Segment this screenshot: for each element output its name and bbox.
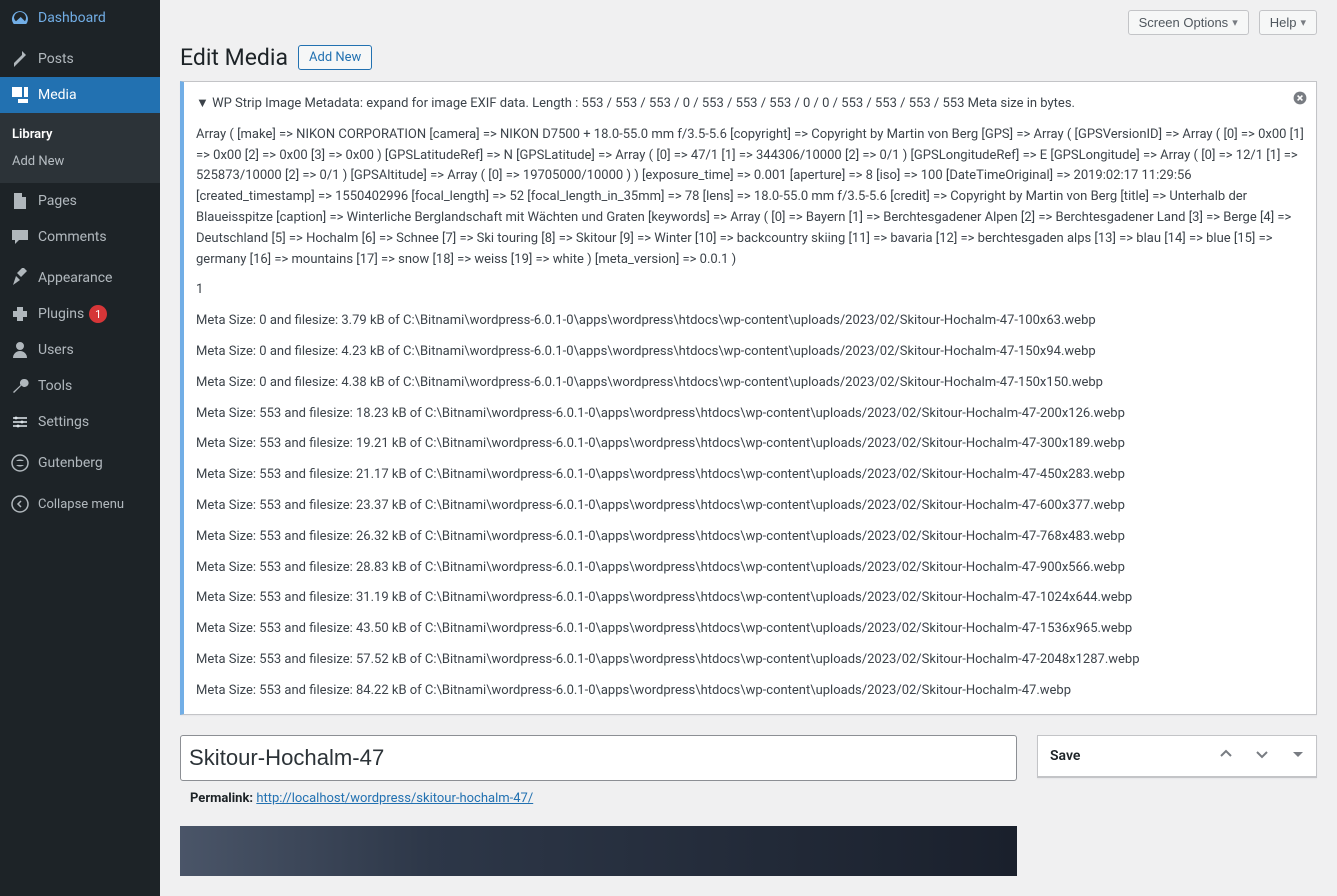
collapse-menu-button[interactable]: Collapse menu — [0, 486, 160, 522]
help-button[interactable]: Help — [1259, 10, 1317, 35]
comments-icon — [10, 227, 30, 247]
collapse-icon — [10, 494, 30, 514]
notice-count: 1 — [196, 280, 1304, 301]
media-icon — [10, 85, 30, 105]
sidebar-item-media[interactable]: Media — [0, 77, 160, 113]
main-content: Screen Options Help Edit Media Add New ▼… — [160, 0, 1337, 896]
sidebar-item-label: Settings — [38, 414, 89, 430]
sidebar-item-tools[interactable]: Tools — [0, 368, 160, 404]
dismiss-notice-button[interactable] — [1292, 90, 1308, 114]
chevron-down-icon — [1252, 744, 1272, 768]
meta-size-line: Meta Size: 553 and filesize: 21.17 kB of… — [196, 465, 1304, 486]
appearance-icon — [10, 268, 30, 288]
pin-icon — [10, 49, 30, 69]
postbox-move-down-button[interactable] — [1244, 736, 1280, 776]
caret-down-icon — [1288, 744, 1308, 768]
close-icon — [1292, 95, 1308, 110]
exif-summary-toggle[interactable]: ▼ WP Strip Image Metadata: expand for im… — [196, 94, 1304, 115]
pages-icon — [10, 191, 30, 211]
image-preview — [180, 826, 1017, 876]
sidebar-sub-library[interactable]: Library — [0, 121, 160, 148]
sidebar-item-label: Users — [38, 342, 74, 358]
media-title-input[interactable] — [180, 735, 1017, 781]
sidebar-item-label: Tools — [38, 378, 72, 394]
sidebar-item-label: Dashboard — [38, 10, 106, 26]
sidebar-item-posts[interactable]: Posts — [0, 41, 160, 77]
settings-icon — [10, 412, 30, 432]
save-postbox: Save — [1037, 735, 1317, 778]
sidebar-sub-add-new[interactable]: Add New — [0, 148, 160, 175]
sidebar-item-label: Plugins — [38, 306, 84, 322]
plugins-update-badge: 1 — [89, 305, 107, 323]
sidebar-item-pages[interactable]: Pages — [0, 183, 160, 219]
sidebar-item-users[interactable]: Users — [0, 332, 160, 368]
meta-size-line: Meta Size: 553 and filesize: 19.21 kB of… — [196, 434, 1304, 455]
meta-size-line: Meta Size: 0 and filesize: 3.79 kB of C:… — [196, 311, 1304, 332]
save-postbox-title: Save — [1038, 738, 1208, 774]
meta-size-line: Meta Size: 553 and filesize: 28.83 kB of… — [196, 558, 1304, 579]
meta-size-line: Meta Size: 553 and filesize: 57.52 kB of… — [196, 650, 1304, 671]
meta-size-line: Meta Size: 553 and filesize: 23.37 kB of… — [196, 496, 1304, 517]
dashboard-icon — [10, 8, 30, 28]
tools-icon — [10, 376, 30, 396]
metadata-notice: ▼ WP Strip Image Metadata: expand for im… — [180, 81, 1317, 715]
sidebar-item-label: Pages — [38, 193, 77, 209]
meta-size-line: Meta Size: 553 and filesize: 31.19 kB of… — [196, 588, 1304, 609]
meta-size-line: Meta Size: 553 and filesize: 18.23 kB of… — [196, 404, 1304, 425]
meta-size-line: Meta Size: 0 and filesize: 4.23 kB of C:… — [196, 342, 1304, 363]
sidebar-item-label: Posts — [38, 51, 74, 67]
permalink-row: Permalink: http://localhost/wordpress/sk… — [180, 781, 1017, 806]
permalink-label: Permalink: — [190, 791, 253, 806]
meta-size-line: Meta Size: 553 and filesize: 43.50 kB of… — [196, 619, 1304, 640]
sidebar-item-label: Comments — [38, 229, 107, 245]
meta-size-line: Meta Size: 553 and filesize: 84.22 kB of… — [196, 681, 1304, 702]
sidebar-item-comments[interactable]: Comments — [0, 219, 160, 255]
plugins-icon — [10, 304, 30, 324]
collapse-label: Collapse menu — [38, 497, 124, 512]
chevron-up-icon — [1216, 744, 1236, 768]
exif-data: Array ( [make] => NIKON CORPORATION [cam… — [196, 125, 1304, 271]
sidebar-item-label: Gutenberg — [38, 455, 103, 471]
meta-size-line: Meta Size: 0 and filesize: 4.38 kB of C:… — [196, 373, 1304, 394]
sidebar-item-label: Media — [38, 87, 77, 103]
sidebar-submenu-media: Library Add New — [0, 113, 160, 183]
meta-size-line: Meta Size: 553 and filesize: 26.32 kB of… — [196, 527, 1304, 548]
page-title: Edit Media — [180, 44, 288, 71]
sidebar-item-gutenberg[interactable]: Gutenberg — [0, 445, 160, 481]
postbox-move-up-button[interactable] — [1208, 736, 1244, 776]
add-new-button[interactable]: Add New — [298, 45, 372, 70]
sidebar-item-dashboard[interactable]: Dashboard — [0, 0, 160, 36]
sidebar-item-plugins[interactable]: Plugins 1 — [0, 296, 160, 332]
users-icon — [10, 340, 30, 360]
sidebar-item-settings[interactable]: Settings — [0, 404, 160, 440]
permalink-link[interactable]: http://localhost/wordpress/skitour-hocha… — [256, 791, 533, 806]
admin-sidebar: Dashboard Posts Media Library Add New Pa… — [0, 0, 160, 896]
gutenberg-icon — [10, 453, 30, 473]
postbox-toggle-button[interactable] — [1280, 736, 1316, 776]
sidebar-item-appearance[interactable]: Appearance — [0, 260, 160, 296]
sidebar-item-label: Appearance — [38, 270, 112, 286]
screen-options-button[interactable]: Screen Options — [1128, 10, 1249, 35]
